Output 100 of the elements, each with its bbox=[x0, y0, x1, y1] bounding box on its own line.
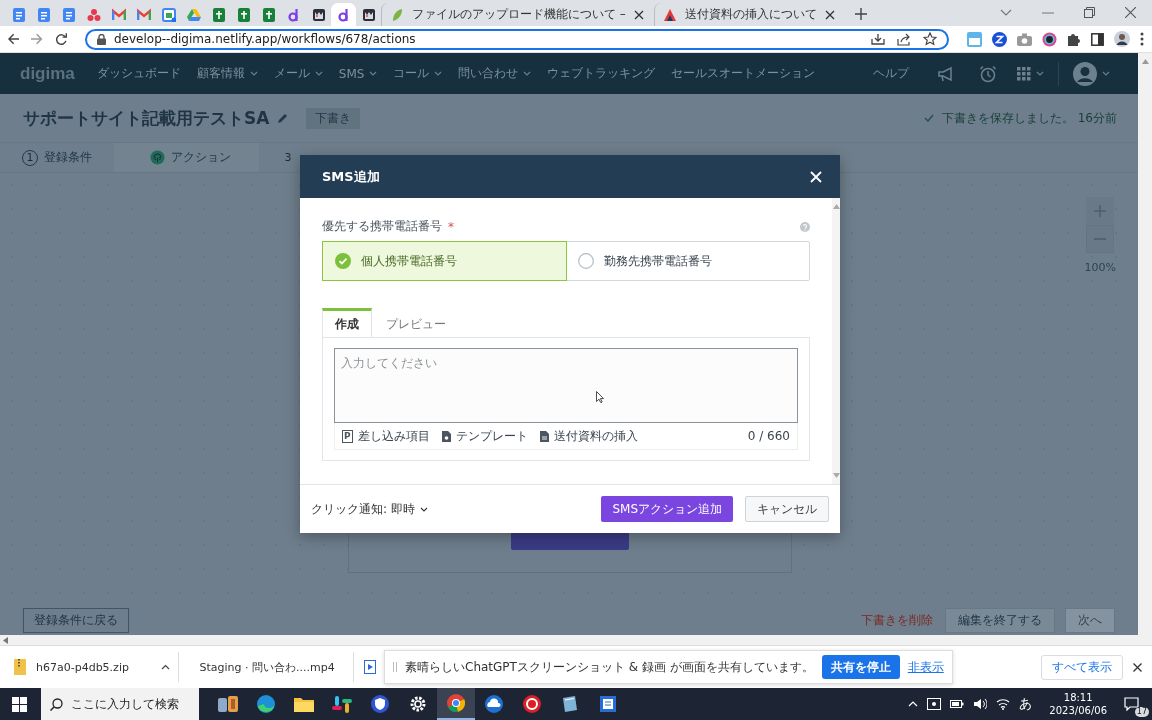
apps-grid-icon[interactable] bbox=[1017, 66, 1031, 81]
calendar-icon bbox=[161, 7, 176, 22]
triangle-icon bbox=[662, 7, 677, 22]
toolbar-item[interactable]: P 差し込み項目 bbox=[342, 427, 430, 445]
back-button[interactable]: 登録条件に戻る bbox=[23, 607, 129, 633]
chevron-down-icon bbox=[434, 71, 443, 76]
cloud-icon bbox=[482, 694, 506, 714]
restore-icon[interactable] bbox=[1084, 7, 1095, 18]
document-icon bbox=[441, 430, 451, 442]
toolbar-item[interactable]: 送付資料の挿入 bbox=[539, 427, 638, 445]
acrobat-icon bbox=[520, 694, 544, 714]
doc-icon bbox=[11, 7, 26, 22]
address-field[interactable]: develop--digima.netlify.app/workflows/678/actions bbox=[85, 28, 949, 50]
mouse-cursor-icon bbox=[596, 391, 604, 403]
dialog-title: SMS追加 bbox=[322, 167, 380, 186]
forward-icon[interactable] bbox=[31, 33, 43, 45]
toolbar-item[interactable]: テンプレート bbox=[441, 427, 528, 445]
chevron-down-icon[interactable] bbox=[1000, 8, 1012, 17]
wifi-icon[interactable] bbox=[996, 698, 1011, 710]
back-icon[interactable] bbox=[8, 33, 20, 45]
browser-tab[interactable] bbox=[331, 3, 356, 26]
download-item[interactable]: h67a0-p4db5.zip bbox=[14, 652, 179, 682]
nav-item[interactable]: 問い合わせ bbox=[450, 65, 540, 82]
finish-editing-button[interactable]: 編集を終了する bbox=[945, 607, 1055, 633]
help-link[interactable]: ヘルプ bbox=[865, 65, 925, 82]
search-field[interactable]: ここに入力して検索 bbox=[41, 688, 199, 720]
chevron-down-icon bbox=[314, 71, 323, 76]
side-panel-icon[interactable] bbox=[1091, 32, 1104, 46]
chevron-down-icon bbox=[369, 71, 378, 76]
pencil-icon[interactable] bbox=[277, 112, 289, 124]
puzzle-icon[interactable] bbox=[1067, 32, 1081, 46]
alarm-clock-icon[interactable] bbox=[979, 64, 997, 83]
required-mark: * bbox=[448, 219, 454, 234]
more-icon[interactable] bbox=[1140, 32, 1144, 46]
tab[interactable]: プレビュー bbox=[374, 308, 458, 337]
clock[interactable]: 18:11 2023/06/06 bbox=[1049, 691, 1107, 717]
nav-item[interactable]: 顧客情報 bbox=[188, 65, 266, 82]
edge-icon bbox=[254, 694, 278, 714]
chevron-down-icon bbox=[523, 71, 532, 76]
leaf-icon bbox=[390, 7, 404, 22]
record-icon[interactable] bbox=[1042, 31, 1057, 47]
stop-sharing-button[interactable]: 共有を停止 bbox=[821, 655, 900, 679]
progress-step[interactable]: 1 登録条件 bbox=[0, 143, 114, 172]
video-file-icon[interactable] bbox=[364, 660, 376, 674]
scrollbar[interactable] bbox=[1138, 53, 1152, 645]
status-badge: 下書き bbox=[306, 107, 361, 129]
radio-option[interactable]: 個人携帯電話番号 bbox=[322, 241, 567, 281]
chevron-down-icon bbox=[1036, 71, 1044, 76]
dots-icon bbox=[86, 7, 101, 22]
hide-link[interactable]: 非表示 bbox=[907, 658, 944, 676]
z-logo-icon[interactable] bbox=[992, 31, 1007, 47]
nav-item[interactable]: メール bbox=[265, 65, 331, 82]
nav-item[interactable]: コール bbox=[385, 65, 451, 82]
user-avatar-icon[interactable] bbox=[1073, 61, 1097, 86]
avatar-icon[interactable] bbox=[1114, 31, 1130, 47]
doc-icon bbox=[36, 7, 51, 22]
radio-option[interactable]: 勤務先携帯電話番号 bbox=[566, 242, 809, 280]
scroll-left-icon[interactable] bbox=[3, 636, 8, 644]
notifications-button[interactable]: 17 bbox=[1124, 694, 1146, 714]
check-circle-icon bbox=[335, 253, 351, 269]
add-sms-action-button[interactable]: SMSアクション追加 bbox=[601, 496, 733, 522]
chevron-up-icon[interactable] bbox=[908, 701, 919, 707]
d-logo-icon bbox=[336, 7, 351, 22]
notification-count: 17 bbox=[1134, 707, 1149, 717]
logo[interactable]: digima bbox=[20, 63, 75, 84]
download-item[interactable]: Staging · 問い合わ....mp4 bbox=[189, 652, 354, 682]
star-icon[interactable] bbox=[923, 32, 937, 46]
chrome-taskbar-button[interactable] bbox=[437, 688, 475, 720]
drive-icon bbox=[186, 7, 201, 22]
sheet-icon bbox=[236, 7, 251, 22]
speaker-icon[interactable] bbox=[973, 698, 988, 710]
show-all-button[interactable]: すべて表示 bbox=[1041, 654, 1123, 680]
scrollbar[interactable] bbox=[0, 635, 1138, 645]
nav-item[interactable]: セールスオートメーション bbox=[663, 65, 824, 82]
chevron-up-icon bbox=[161, 664, 170, 670]
tab[interactable]: 作成 bbox=[322, 308, 372, 338]
input-method-indicator[interactable]: あ bbox=[1019, 695, 1033, 713]
field-label: 優先する携帯電話番号 bbox=[322, 218, 442, 235]
nav-item[interactable]: ダッシュボード bbox=[88, 65, 189, 82]
zip-file-icon bbox=[14, 659, 26, 675]
cancel-button[interactable]: キャンセル bbox=[745, 496, 829, 522]
check-icon bbox=[923, 114, 934, 122]
progress-step[interactable]: アクション bbox=[114, 143, 259, 172]
battery-icon[interactable] bbox=[950, 699, 965, 709]
megaphone-icon[interactable] bbox=[937, 65, 955, 82]
nav-item[interactable]: SMS bbox=[330, 66, 386, 81]
reload-icon[interactable] bbox=[54, 32, 67, 46]
close-icon[interactable] bbox=[824, 9, 835, 20]
close-icon[interactable] bbox=[633, 9, 644, 20]
camera-icon[interactable] bbox=[1017, 32, 1032, 46]
notification-dropdown[interactable]: クリック通知: 即時 bbox=[311, 500, 428, 518]
install-icon[interactable] bbox=[871, 32, 885, 46]
windows-icon[interactable] bbox=[12, 696, 27, 712]
d-logo-icon bbox=[286, 7, 301, 22]
message-field[interactable]: 入力してください bbox=[334, 348, 798, 423]
nav-item[interactable]: ウェブトラッキング bbox=[539, 65, 664, 82]
doc-icon bbox=[61, 7, 76, 22]
new-tab-icon[interactable] bbox=[854, 8, 867, 20]
close-icon[interactable] bbox=[1133, 662, 1142, 672]
share-icon[interactable] bbox=[897, 32, 911, 46]
